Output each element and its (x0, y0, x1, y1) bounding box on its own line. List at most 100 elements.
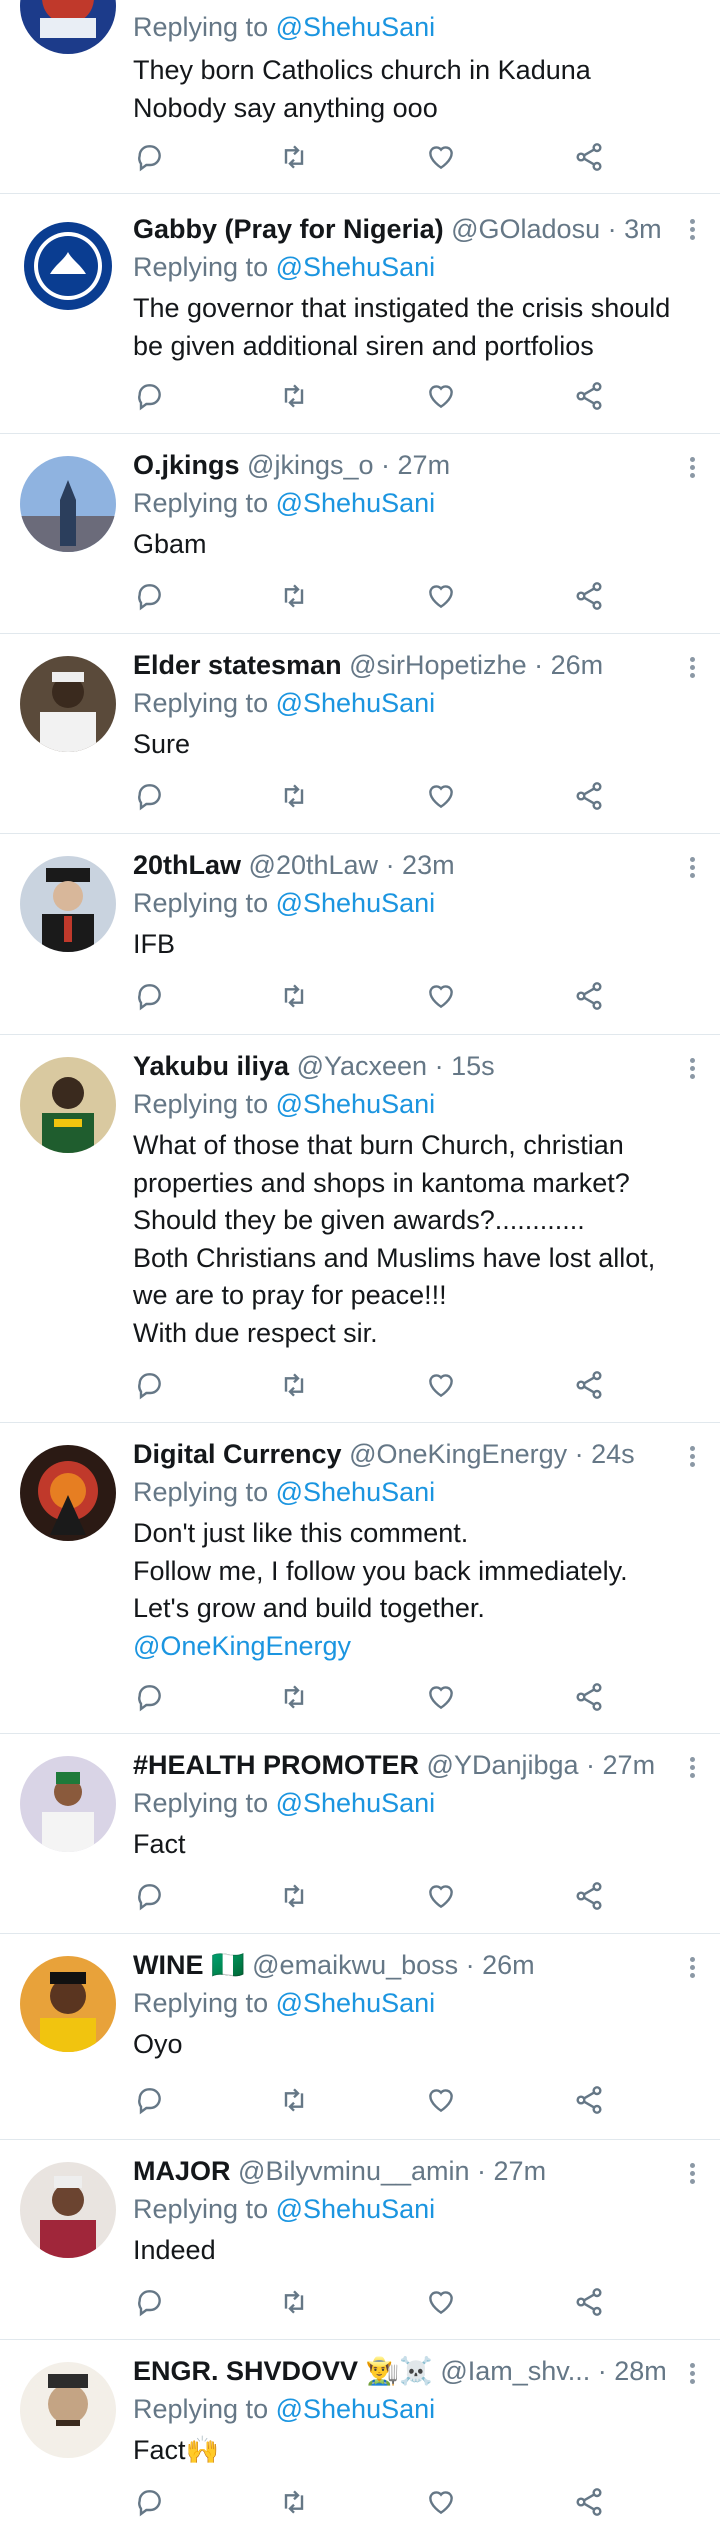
tweet-item[interactable]: MAJOR @Bilyvminu__amin · 27m Replying to… (0, 2140, 720, 2340)
display-name[interactable]: Gabby (Pray for Nigeria) (133, 214, 444, 244)
retweet-button[interactable] (278, 780, 318, 820)
mention-link[interactable]: @ShehuSani (276, 2394, 436, 2424)
reply-button[interactable] (133, 141, 173, 181)
retweet-button[interactable] (278, 1880, 318, 1920)
timestamp[interactable]: · 27m (477, 2156, 546, 2186)
share-button[interactable] (573, 2286, 613, 2326)
like-button[interactable] (425, 1369, 465, 1409)
avatar[interactable] (20, 1956, 116, 2052)
share-button[interactable] (573, 141, 613, 181)
like-button[interactable] (425, 141, 465, 181)
avatar[interactable] (20, 856, 116, 952)
tweet-item[interactable]: Digital Currency @OneKingEnergy · 24s Re… (0, 1423, 720, 1734)
avatar[interactable] (20, 2362, 116, 2458)
reply-button[interactable] (133, 380, 173, 420)
reply-button[interactable] (133, 980, 173, 1020)
more-options-button[interactable] (688, 1954, 696, 1984)
tweet-item[interactable]: Replying to @ShehuSani They born Catholi… (0, 0, 720, 194)
mention-link[interactable]: @ShehuSani (276, 1988, 436, 2018)
mention-link[interactable]: @ShehuSani (276, 1089, 436, 1119)
avatar[interactable] (20, 1445, 116, 1541)
timestamp[interactable]: · 24s (575, 1439, 635, 1469)
like-button[interactable] (425, 2486, 465, 2526)
mention-link[interactable]: @ShehuSani (276, 252, 436, 282)
more-options-button[interactable] (688, 1754, 696, 1784)
like-button[interactable] (425, 980, 465, 1020)
timestamp[interactable]: · 27m (586, 1750, 655, 1780)
reply-button[interactable] (133, 780, 173, 820)
retweet-button[interactable] (278, 2286, 318, 2326)
tweet-item[interactable]: O.jkings @jkings_o · 27m Replying to @Sh… (0, 434, 720, 634)
retweet-button[interactable] (278, 380, 318, 420)
more-options-button[interactable] (688, 2360, 696, 2390)
reply-button[interactable] (133, 580, 173, 620)
share-button[interactable] (573, 1681, 613, 1721)
tweet-item[interactable]: #HEALTH PROMOTER @YDanjibga · 27m Replyi… (0, 1734, 720, 1934)
mention-link[interactable]: @ShehuSani (276, 888, 436, 918)
retweet-button[interactable] (278, 2084, 318, 2124)
avatar[interactable] (20, 1756, 116, 1852)
avatar[interactable] (20, 656, 116, 752)
user-handle[interactable]: @OneKingEnergy (349, 1439, 567, 1469)
retweet-button[interactable] (278, 1681, 318, 1721)
timestamp[interactable]: · 23m (386, 850, 455, 880)
display-name[interactable]: 20thLaw (133, 850, 241, 880)
mention-link[interactable]: @OneKingEnergy (133, 1628, 680, 1666)
display-name[interactable]: MAJOR (133, 2156, 231, 2186)
tweet-item[interactable]: Yakubu iliya @Yacxeen · 15s Replying to … (0, 1035, 720, 1423)
more-options-button[interactable] (688, 1443, 696, 1473)
share-button[interactable] (573, 980, 613, 1020)
user-handle[interactable]: @20thLaw (249, 850, 379, 880)
tweet-item[interactable]: WINE 🇳🇬 @emaikwu_boss · 26m Replying to … (0, 1934, 720, 2140)
reply-button[interactable] (133, 1369, 173, 1409)
share-button[interactable] (573, 1880, 613, 1920)
timestamp[interactable]: · 3m (608, 214, 662, 244)
timestamp[interactable]: · 26m (466, 1950, 535, 1980)
display-name[interactable]: O.jkings (133, 450, 240, 480)
mention-link[interactable]: @ShehuSani (276, 2194, 436, 2224)
user-handle[interactable]: @YDanjibga (427, 1750, 579, 1780)
retweet-button[interactable] (278, 980, 318, 1020)
like-button[interactable] (425, 2286, 465, 2326)
mention-link[interactable]: @ShehuSani (276, 1788, 436, 1818)
avatar[interactable] (20, 2162, 116, 2258)
display-name[interactable]: ENGR. SHVDOVV 👨‍🌾☠️ (133, 2356, 433, 2386)
user-handle[interactable]: @Yacxeen (297, 1051, 427, 1081)
like-button[interactable] (425, 1681, 465, 1721)
avatar[interactable] (20, 1057, 116, 1153)
retweet-button[interactable] (278, 580, 318, 620)
more-options-button[interactable] (688, 654, 696, 684)
user-handle[interactable]: @sirHopetizhe (349, 650, 526, 680)
retweet-button[interactable] (278, 2486, 318, 2526)
share-button[interactable] (573, 780, 613, 820)
avatar[interactable] (20, 0, 116, 54)
retweet-button[interactable] (278, 141, 318, 181)
timestamp[interactable]: · 15s (435, 1051, 495, 1081)
reply-button[interactable] (133, 2084, 173, 2124)
display-name[interactable]: #HEALTH PROMOTER (133, 1750, 419, 1780)
like-button[interactable] (425, 780, 465, 820)
user-handle[interactable]: @GOladosu (451, 214, 600, 244)
user-handle[interactable]: @Iam_shv... (440, 2356, 590, 2386)
tweet-item[interactable]: Elder statesman @sirHopetizhe · 26m Repl… (0, 634, 720, 834)
like-button[interactable] (425, 580, 465, 620)
share-button[interactable] (573, 380, 613, 420)
user-handle[interactable]: @emaikwu_boss (252, 1950, 458, 1980)
more-options-button[interactable] (688, 2160, 696, 2190)
reply-button[interactable] (133, 2286, 173, 2326)
tweet-item[interactable]: Gabby (Pray for Nigeria) @GOladosu · 3m … (0, 194, 720, 434)
reply-button[interactable] (133, 1681, 173, 1721)
timestamp[interactable]: · 27m (381, 450, 450, 480)
share-button[interactable] (573, 2486, 613, 2526)
display-name[interactable]: Elder statesman (133, 650, 342, 680)
avatar[interactable] (20, 456, 116, 552)
reply-button[interactable] (133, 2486, 173, 2526)
share-button[interactable] (573, 2084, 613, 2124)
display-name[interactable]: Digital Currency (133, 1439, 342, 1469)
display-name[interactable]: WINE 🇳🇬 (133, 1950, 245, 1980)
mention-link[interactable]: @ShehuSani (276, 12, 436, 42)
share-button[interactable] (573, 1369, 613, 1409)
display-name[interactable]: Yakubu iliya (133, 1051, 289, 1081)
user-handle[interactable]: @jkings_o (247, 450, 373, 480)
retweet-button[interactable] (278, 1369, 318, 1409)
